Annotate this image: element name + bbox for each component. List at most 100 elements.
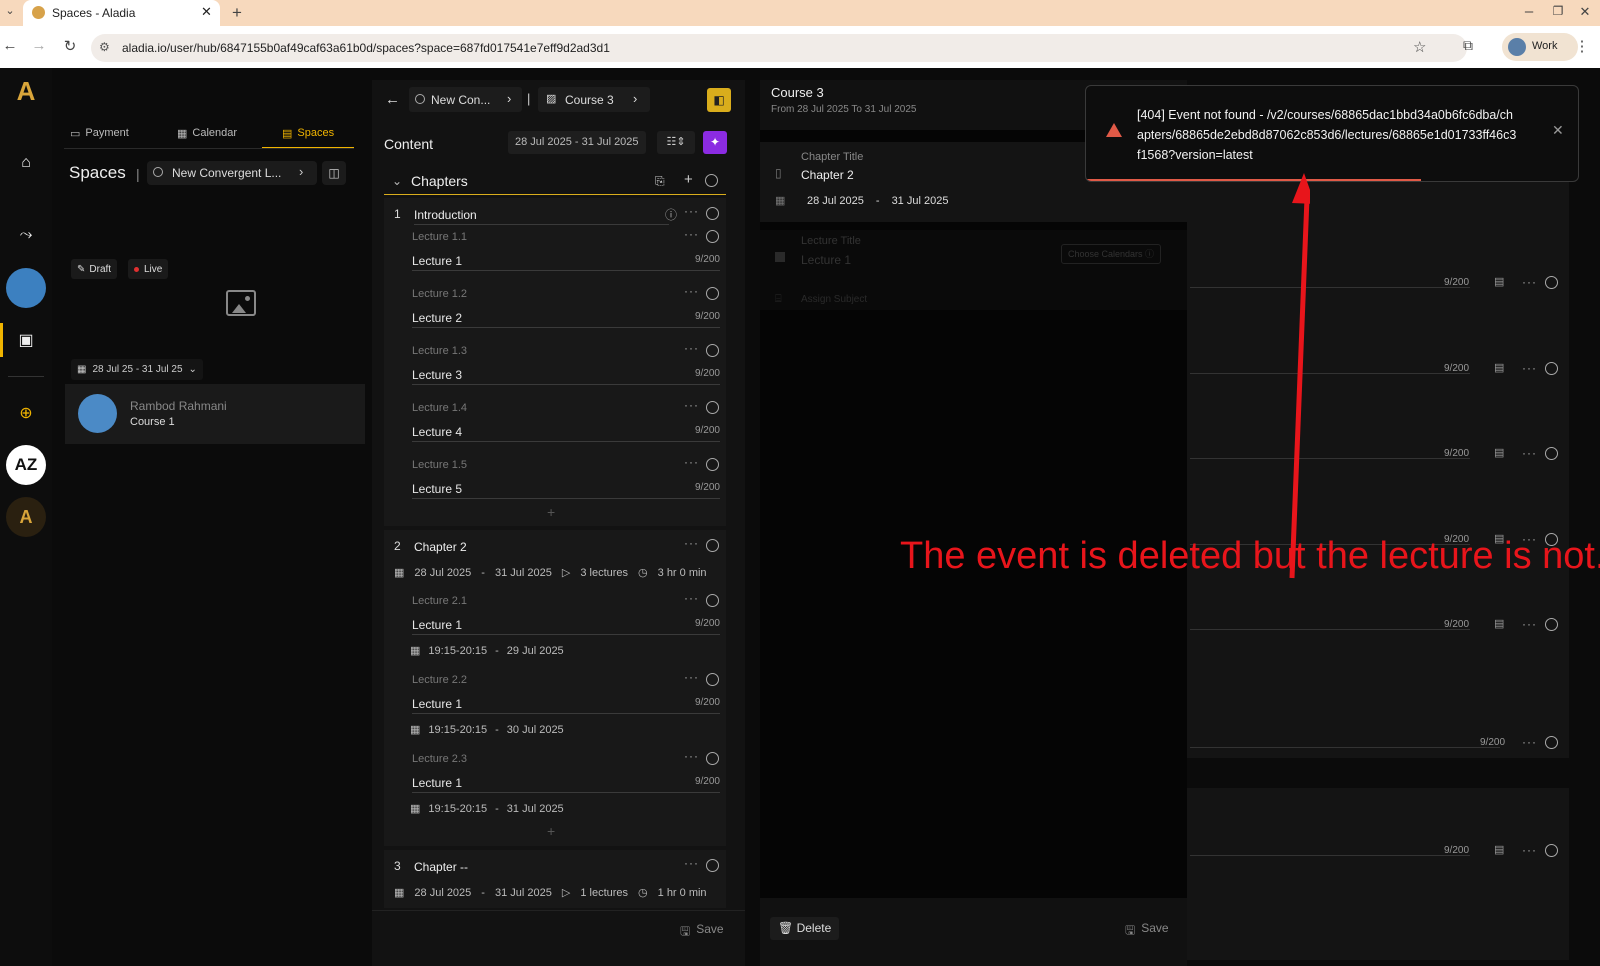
more-options-icon[interactable]: ··· [684, 856, 699, 870]
select-circle[interactable] [706, 859, 719, 872]
chapter-end-date[interactable]: 31 Jul 2025 [495, 567, 552, 579]
select-circle[interactable] [706, 401, 719, 414]
add-chapter-icon[interactable]: + [684, 171, 693, 188]
document-icon[interactable]: ▤ [1494, 843, 1504, 856]
lecture-name[interactable]: Lecture 1 [412, 697, 462, 711]
chapter-start-date[interactable]: 28 Jul 2025 [414, 887, 471, 899]
select-circle[interactable] [706, 594, 719, 607]
new-tab-icon[interactable]: + [227, 3, 247, 23]
select-circle[interactable] [706, 752, 719, 765]
more-options-icon[interactable]: ··· [684, 204, 699, 218]
add-lecture-icon[interactable]: + [547, 504, 555, 520]
add-lecture-icon[interactable]: + [547, 823, 555, 839]
more-options-icon[interactable]: ··· [1522, 275, 1537, 289]
space-selector[interactable]: New Convergent L... › [147, 161, 317, 185]
draft-button[interactable]: ✎ Draft [71, 259, 118, 279]
lecture-name[interactable]: Lecture 5 [412, 482, 462, 496]
lecture-name[interactable]: Lecture 1 [412, 618, 462, 632]
document-icon[interactable]: ▤ [1494, 275, 1504, 288]
reload-icon[interactable]: ↻ [60, 37, 80, 55]
member-row[interactable]: Rambod Rahmani Course 1 [65, 384, 365, 444]
forward-icon[interactable]: → [29, 37, 49, 54]
store-icon[interactable]: ⌂ [6, 143, 46, 183]
select-circle[interactable] [1545, 276, 1558, 289]
lecture-row[interactable]: Lecture 1.1 ··· Lecture 1 9/200 [384, 226, 726, 282]
lecture-name[interactable]: Lecture 1 [412, 254, 462, 268]
browser-tab[interactable]: Spaces - Aladia ✕ [23, 0, 220, 26]
select-circle[interactable] [706, 673, 719, 686]
ai-sparkle-icon[interactable]: ✦ [703, 131, 727, 154]
lecture-row[interactable]: Lecture 1.5 ··· Lecture 5 9/200 [384, 454, 726, 510]
close-tab-icon[interactable]: ✕ [201, 4, 212, 20]
restore-icon[interactable]: ❐ [1548, 4, 1568, 18]
chevron-down-icon[interactable]: ⌄ [392, 174, 402, 188]
more-options-icon[interactable]: ··· [684, 341, 699, 355]
more-options-icon[interactable]: ··· [684, 455, 699, 469]
delete-button[interactable]: 🗑 Delete [770, 917, 840, 940]
close-window-icon[interactable]: ✕ [1575, 4, 1595, 20]
minimize-icon[interactable]: – [1519, 3, 1539, 20]
lecture-schedule[interactable]: ▦ 19:15-20:15 - 29 Jul 2025 [410, 644, 564, 658]
more-options-icon[interactable]: ··· [684, 670, 699, 684]
aladia-space-logo[interactable]: A [6, 497, 46, 537]
close-toast-icon[interactable]: ✕ [1552, 122, 1564, 139]
select-circle[interactable] [706, 458, 719, 471]
add-circle-icon[interactable]: ⊕ [6, 393, 46, 433]
more-options-icon[interactable]: ··· [684, 284, 699, 298]
info-icon[interactable]: ⓘ [665, 206, 677, 223]
select-circle[interactable] [706, 287, 719, 300]
more-options-icon[interactable]: ··· [1522, 735, 1537, 749]
profile-button[interactable]: Work [1502, 33, 1578, 61]
select-circle[interactable] [706, 230, 719, 243]
back-icon[interactable]: ← [0, 37, 20, 54]
chapter-card-3[interactable]: 3 Chapter -- ··· ▦ 28 Jul 2025 - 31 Jul … [384, 850, 726, 908]
lecture-name[interactable]: Lecture 2 [412, 311, 462, 325]
chapter-card-2[interactable]: 2 Chapter 2 ··· ▦ 28 Jul 2025 - 31 Jul 2… [384, 530, 726, 846]
user-avatar[interactable] [6, 268, 46, 308]
document-icon[interactable]: ▤ [1494, 361, 1504, 374]
lecture-name[interactable]: Lecture 1 [412, 776, 462, 790]
tab-payment[interactable]: ▭ Payment [70, 120, 129, 146]
tab-list-chevron-icon[interactable]: ⌄ [0, 4, 20, 17]
more-options-icon[interactable]: ··· [1522, 617, 1537, 631]
lecture-schedule[interactable]: ▦ 19:15-20:15 - 31 Jul 2025 [410, 802, 564, 816]
more-options-icon[interactable]: ··· [684, 398, 699, 412]
share-icon[interactable]: ⤳ [6, 215, 46, 255]
layout-toggle-icon[interactable]: ◫ [322, 161, 346, 185]
document-icon[interactable]: ▤ [1494, 446, 1504, 459]
more-options-icon[interactable]: ··· [1522, 361, 1537, 375]
extensions-icon[interactable]: ⧉ [1458, 37, 1478, 54]
lecture-schedule[interactable]: ▦ 19:15-20:15 - 30 Jul 2025 [410, 723, 564, 737]
select-all-circle[interactable] [705, 174, 718, 187]
import-icon[interactable]: ⎘ [655, 174, 665, 189]
content-date-range[interactable]: 28 Jul 2025 - 31 Jul 2025 [508, 131, 646, 154]
select-circle[interactable] [1545, 618, 1558, 631]
az-implants-logo[interactable]: AZ [6, 445, 46, 485]
lecture-row[interactable]: Lecture 2.1 ··· Lecture 1 9/200 ▦ 19:15-… [384, 590, 726, 668]
bookmark-star-icon[interactable]: ☆ [1413, 38, 1426, 56]
lecture-row[interactable]: Lecture 2.2 ··· Lecture 1 9/200 ▦ 19:15-… [384, 669, 726, 747]
assign-subject[interactable]: Assign Subject [801, 294, 867, 305]
sidebar-toggle-icon[interactable]: ◧ [707, 88, 731, 112]
select-circle[interactable] [1545, 736, 1558, 749]
lecture-row[interactable]: Lecture 1.3 ··· Lecture 3 9/200 [384, 340, 726, 396]
browser-menu-icon[interactable]: ⋮ [1572, 37, 1592, 55]
lecture-title-input[interactable]: Lecture 1 [801, 253, 851, 267]
select-circle[interactable] [706, 539, 719, 552]
chapter-date-range[interactable]: 28 Jul 2025 - 31 Jul 2025 [807, 195, 948, 207]
choose-calendars-button[interactable]: Choose Calendars ⓘ [1061, 244, 1162, 264]
select-circle[interactable] [1545, 362, 1558, 375]
site-info-icon[interactable]: ⚙ [99, 40, 110, 54]
lecture-name[interactable]: Lecture 3 [412, 368, 462, 382]
chapter-end-date[interactable]: 31 Jul 2025 [495, 887, 552, 899]
document-icon[interactable]: ▤ [1494, 617, 1504, 630]
chapter-card-1[interactable]: 1 Introduction ⓘ ··· Lecture 1.1 ··· Lec… [384, 198, 726, 526]
image-placeholder-icon[interactable] [226, 290, 256, 316]
more-options-icon[interactable]: ··· [1522, 843, 1537, 857]
select-circle[interactable] [706, 344, 719, 357]
breadcrumb-space[interactable]: New Con... › [409, 87, 522, 112]
select-circle[interactable] [1545, 447, 1558, 460]
editor-save-button[interactable]: 🖫 Save [1125, 921, 1169, 942]
select-circle[interactable] [706, 207, 719, 220]
chapter-start-input[interactable]: 28 Jul 2025 [807, 195, 864, 207]
